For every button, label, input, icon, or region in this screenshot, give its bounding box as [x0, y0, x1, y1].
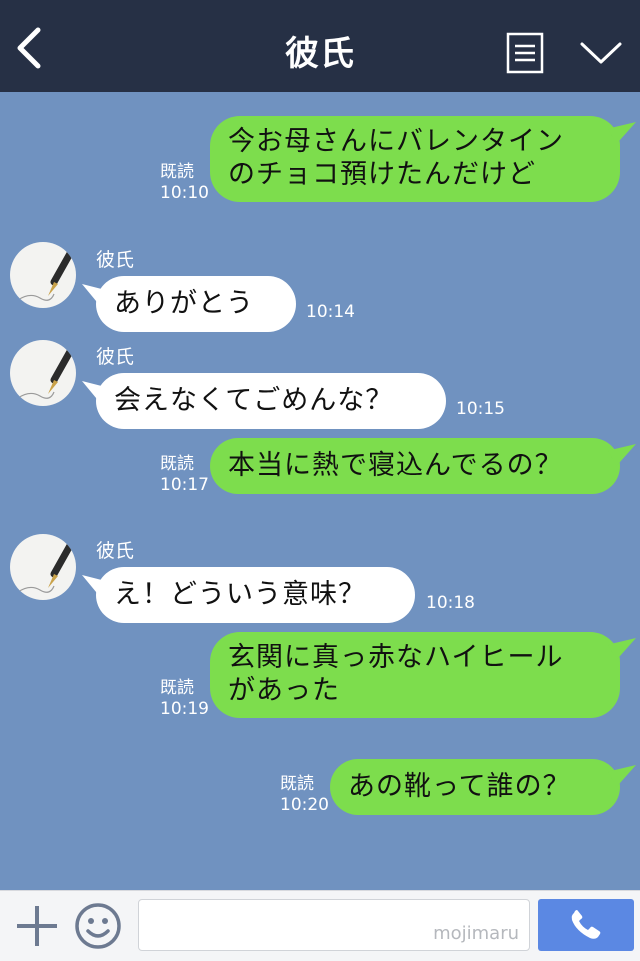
- message-text: あの靴って誰の？: [348, 771, 571, 802]
- collapse-button[interactable]: [578, 38, 624, 68]
- message-text: 会えなくてごめんな？: [114, 385, 394, 416]
- message-input[interactable]: mojimaru: [138, 899, 530, 951]
- avatar[interactable]: [10, 340, 76, 406]
- message-line: があった: [228, 675, 340, 706]
- input-bar: mojimaru: [0, 890, 640, 961]
- message-time: 10:18: [426, 593, 475, 613]
- message-time: 10:10: [160, 183, 209, 203]
- message-line: 今お母さんにバレンタイン: [228, 126, 564, 157]
- message-time: 10:20: [280, 795, 329, 815]
- incoming-message-bubble[interactable]: 会えなくてごめんな？: [96, 373, 446, 429]
- emoji-button[interactable]: [74, 902, 122, 950]
- outgoing-message-bubble[interactable]: 本当に熱で寝込んでるの？: [210, 438, 620, 494]
- read-receipt: 既読: [160, 454, 194, 474]
- call-button[interactable]: [538, 899, 634, 951]
- read-receipt: 既読: [160, 678, 194, 698]
- message-line: のチョコ預けたんだけど: [228, 159, 536, 190]
- plus-icon: [17, 906, 57, 946]
- sender-name: 彼氏: [96, 249, 135, 271]
- outgoing-message-bubble[interactable]: あの靴って誰の？: [330, 759, 620, 815]
- watermark: mojimaru: [433, 923, 519, 944]
- smiley-icon: [75, 903, 121, 949]
- message-time: 10:19: [160, 699, 209, 719]
- avatar[interactable]: [10, 242, 76, 308]
- message-text: え！どういう意味？: [114, 579, 366, 610]
- incoming-message-bubble[interactable]: え！どういう意味？: [96, 567, 415, 623]
- fountain-pen-icon: [17, 538, 76, 593]
- message-text: ありがとう: [114, 288, 254, 319]
- phone-icon: [571, 910, 601, 939]
- chevron-down-icon: [580, 42, 622, 64]
- menu-button[interactable]: [506, 32, 544, 74]
- avatar[interactable]: [10, 534, 76, 600]
- read-receipt: 既読: [280, 774, 314, 794]
- outgoing-message-bubble[interactable]: 玄関に真っ赤なハイヒール があった: [210, 632, 620, 718]
- add-button[interactable]: [14, 903, 60, 949]
- message-status: 既読 10:10: [160, 162, 209, 204]
- outgoing-message-bubble[interactable]: 今お母さんにバレンタイン のチョコ預けたんだけど: [210, 116, 620, 202]
- message-line: 玄関に真っ赤なハイヒール: [228, 642, 564, 673]
- list-document-icon: [506, 32, 544, 74]
- chat-header: 彼氏: [0, 0, 640, 92]
- message-time: 10:15: [456, 399, 505, 419]
- sender-name: 彼氏: [96, 346, 135, 368]
- fountain-pen-icon: [17, 344, 76, 399]
- chat-area[interactable]: 既読 10:10 今お母さんにバレンタイン のチョコ預けたんだけど 彼氏 ありが…: [0, 92, 640, 890]
- message-status: 既読 10:17: [160, 454, 209, 496]
- message-text: 本当に熱で寝込んでるの？: [228, 450, 563, 481]
- message-status: 既読 10:20: [280, 774, 329, 816]
- message-time: 10:17: [160, 475, 209, 495]
- read-receipt: 既読: [160, 162, 194, 182]
- fountain-pen-icon: [17, 246, 76, 301]
- sender-name: 彼氏: [96, 540, 135, 562]
- message-time: 10:14: [306, 302, 355, 322]
- incoming-message-bubble[interactable]: ありがとう: [96, 276, 296, 332]
- message-status: 既読 10:19: [160, 678, 209, 720]
- chat-title: 彼氏: [285, 34, 355, 74]
